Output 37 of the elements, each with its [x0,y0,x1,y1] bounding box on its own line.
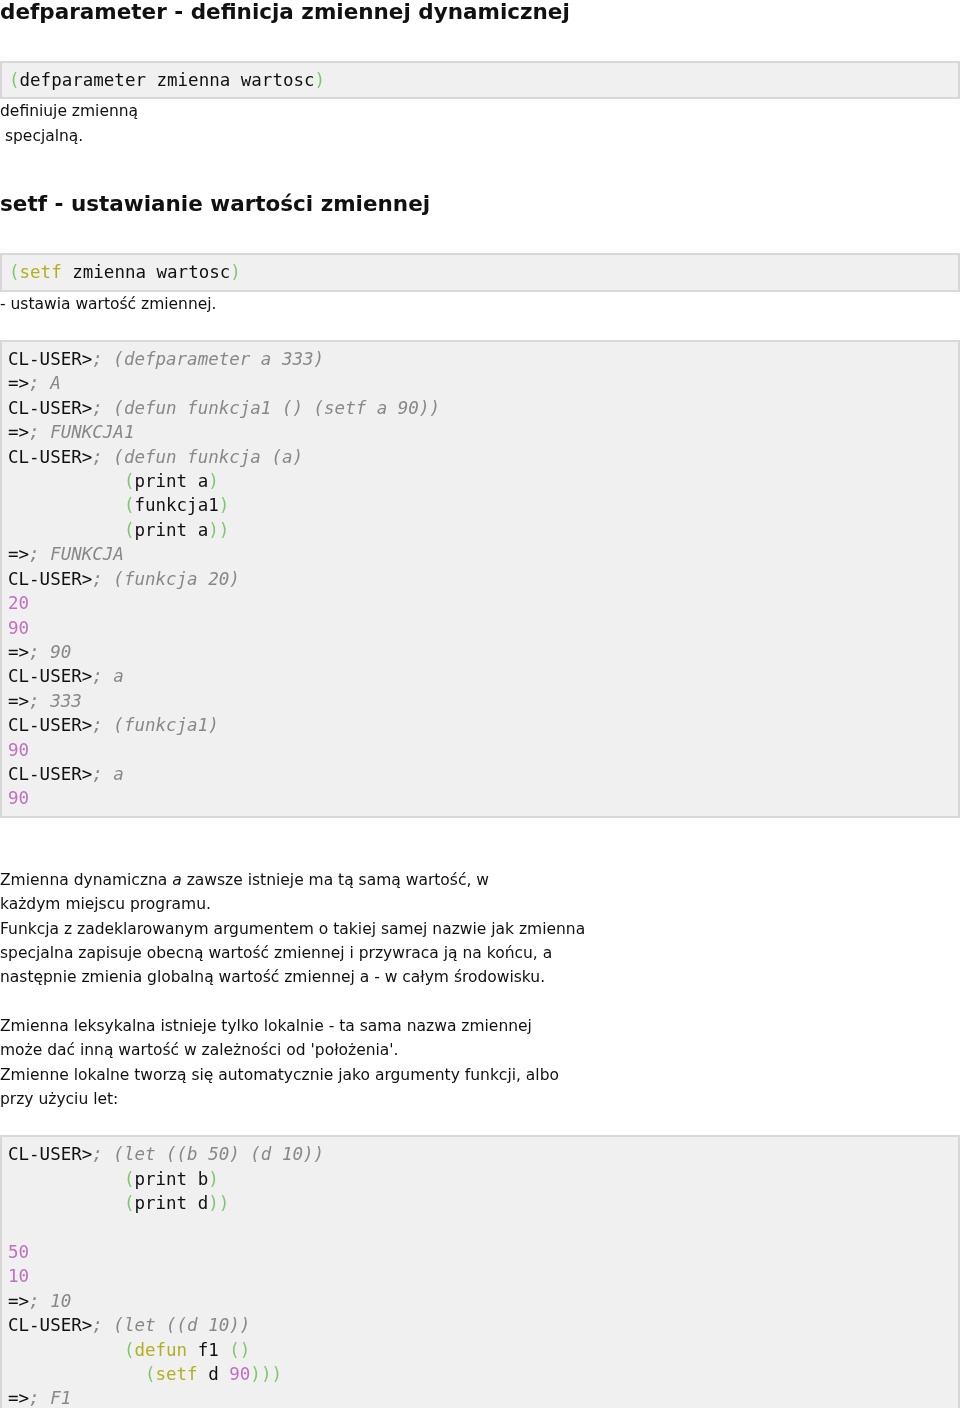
code-line: 50 [8,1241,31,1264]
code-line: (setf zmienna wartosc) [9,261,242,285]
code-line: (defun f1 () [122,1338,252,1362]
code-line: =>; F1 [8,1387,73,1408]
code-line: CL-USER>; (let ((b 50) (d 10)) [8,1143,326,1167]
section-heading: defparameter - definicja zmiennej dynamicznej [0,0,571,24]
paragraph: - ustawia wartość zmiennej. [0,293,218,315]
code-line: CL-USER>; (defparameter a 333) [8,348,326,372]
code-line: (print d)) [122,1192,231,1216]
paragraph: Zmienna leksykalna istnieje tylko lokalnie - ta sama nazwa zmiennej może dać inną wartość w zależności od 'położenia'. Zmienne lokalne tworzą się automatycznie jako argumenty funkcji, albo przy użyciu let: [0,1015,560,1110]
code-line: (print b) [122,1167,220,1191]
code-line: (defparameter zmienna wartosc) [9,69,327,92]
code-line: 20 [8,592,31,616]
code-line: CL-USER>; a [8,665,125,689]
code-line: =>; A [8,372,62,396]
code-line: CL-USER>; (funkcja 20) [8,567,241,591]
paragraph: Zmienna dynamiczna a zawsze istnieje ma tą samą wartość, w każdym miejscu programu. Funkcja z zadeklarowanym argumentem o takiej samej nazwie jak zmienna specjalna zapisuje obecną wartość zmiennej i przywraca ją na końcu, a następnie zmienia globalną wartość zmiennej a - w całym środowisku. [0,869,587,989]
code-line: 90 [8,738,31,762]
code-line: CL-USER>; (defun funkcja1 () (setf a 90)) [8,396,441,420]
code-line: =>; 10 [8,1289,73,1313]
code-line: (print a)) [122,518,231,542]
code-line: 10 [8,1265,31,1289]
code-line: =>; 333 [8,689,83,713]
code-line: CL-USER>; (defun funkcja (a) [8,445,304,469]
code-line: CL-USER>; a [8,762,125,786]
code-line: (funkcja1) [122,494,231,518]
code-line: =>; FUNKCJA1 [8,421,136,445]
paragraph: definiuje zmienną specjalną. [0,101,140,147]
section-heading: setf - ustawianie wartości zmiennej [0,192,432,217]
code-line: (setf d 90))) [143,1363,283,1387]
code-line: 90 [8,787,31,811]
code-line: =>; 90 [8,640,73,664]
code-line: 90 [8,616,31,640]
code-line: (print a) [122,470,220,494]
code-line: CL-USER>; (funkcja1) [8,714,220,738]
code-line: =>; FUNKCJA [8,543,125,567]
code-line: CL-USER>; (let ((d 10)) [8,1314,252,1338]
